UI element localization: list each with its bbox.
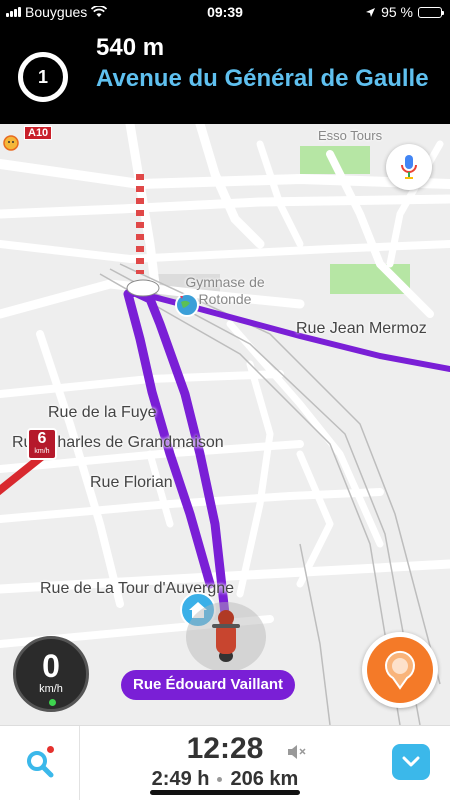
status-right: 95 %	[365, 4, 444, 20]
arrival-time: 12:28	[186, 732, 264, 765]
sound-muted-icon[interactable]	[286, 742, 308, 762]
speedometer: 0 km/h	[13, 636, 89, 712]
speed-limit-value: 6	[37, 430, 47, 447]
speed-limit-unit: km/h	[34, 448, 50, 455]
trip-bottom-bar: 12:28 2:49 h 206 km	[0, 725, 450, 800]
scooter-vehicle-icon	[212, 610, 240, 662]
eta-panel[interactable]: 12:28 2:49 h 206 km	[80, 732, 370, 791]
trip-distance: 206 km	[230, 768, 299, 790]
speed-limit-sign: 6 km/h	[27, 428, 57, 460]
globe-friend-icon[interactable]	[174, 292, 200, 318]
current-speed: 0	[42, 648, 60, 684]
map-label-fuye: Rue de la Fuye	[48, 404, 157, 421]
trip-summary: 2:49 h 206 km	[80, 768, 370, 791]
home-indicator	[150, 790, 300, 795]
battery-percent: 95 %	[381, 4, 413, 20]
battery-icon	[418, 6, 444, 18]
speed-unit: km/h	[39, 683, 63, 695]
chevron-down-icon	[402, 756, 420, 767]
gps-status-dot	[49, 699, 56, 706]
roundabout-marker	[126, 279, 160, 297]
report-button-inner	[367, 637, 433, 703]
map-label-florian: Rue Florian	[90, 474, 173, 491]
separator-dot	[217, 777, 223, 783]
expand-menu-button[interactable]	[392, 744, 430, 780]
current-street-pill: Rue Édouard Vaillant	[121, 670, 296, 700]
map-label-jean-mermoz: Rue Jean Mermoz	[296, 320, 427, 337]
report-button[interactable]	[362, 632, 438, 708]
trip-duration: 2:49 h	[151, 768, 210, 790]
turn-distance: 540 m	[96, 34, 165, 61]
sun-icon	[3, 135, 19, 151]
map-label-esso: Esso Tours	[318, 128, 383, 143]
location-arrow-icon	[366, 7, 376, 17]
voice-command-button[interactable]	[386, 144, 432, 190]
turn-street-name: Avenue du Général de Gaulle	[96, 65, 429, 92]
search-button[interactable]	[0, 726, 80, 800]
highway-sign: A10	[24, 126, 53, 140]
microphone-icon	[401, 155, 417, 179]
turn-instruction-bar[interactable]: 1 540 m Avenue du Général de Gaulle	[0, 26, 450, 124]
roundabout-icon: 1	[18, 52, 68, 102]
status-bar: Bouygues 09:39 95 %	[0, 0, 450, 26]
map-view[interactable]: A10 Esso Tours Gymnase de Rotonde Rue Je…	[0, 124, 450, 725]
roundabout-exit-number: 1	[37, 66, 48, 87]
notification-dot	[46, 745, 55, 754]
report-pin-icon	[385, 650, 415, 690]
